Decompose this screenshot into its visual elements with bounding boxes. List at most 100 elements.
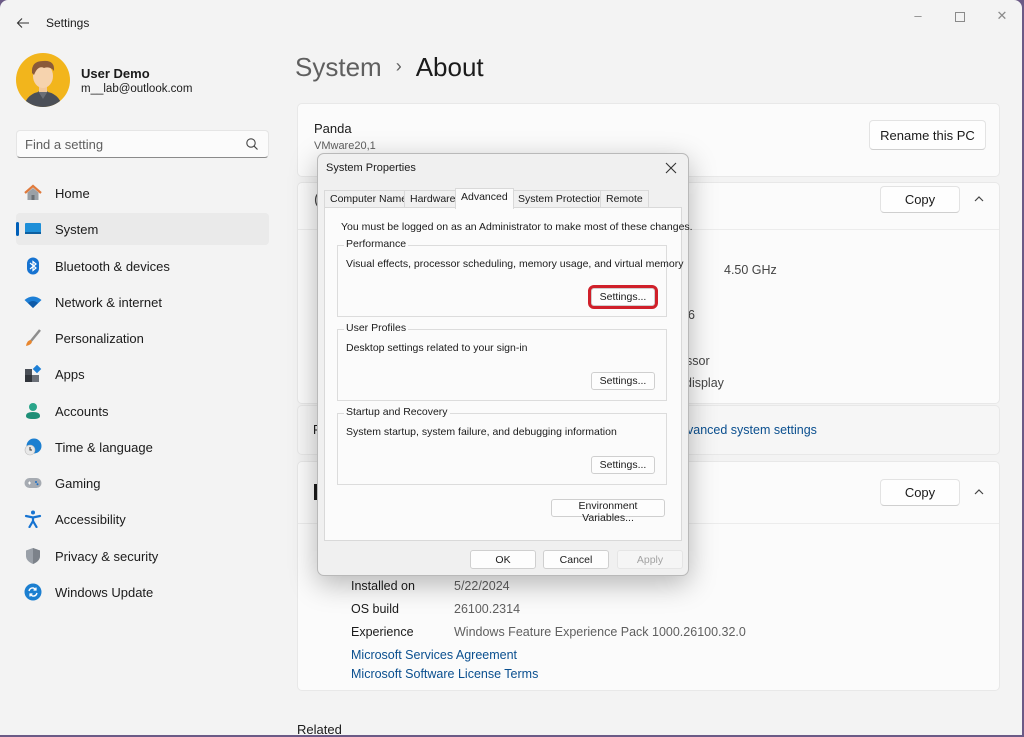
close-window-button[interactable]: ✕ bbox=[981, 4, 1022, 28]
admin-note: You must be logged on as an Administrato… bbox=[341, 221, 693, 233]
advanced-tab-panel: You must be logged on as an Administrato… bbox=[324, 207, 693, 541]
tab-remote[interactable]: Remote bbox=[600, 190, 649, 208]
shield-icon bbox=[26, 547, 40, 564]
group-title: Startup and Recovery bbox=[344, 406, 450, 418]
sidebar-item-network[interactable]: Network & internet bbox=[16, 286, 269, 318]
spec-label: Experience bbox=[351, 625, 414, 639]
sidebar-item-label: Gaming bbox=[55, 476, 101, 491]
sidebar-item-label: Apps bbox=[55, 367, 85, 383]
tab-advanced[interactable]: Advanced bbox=[455, 188, 514, 209]
collapse-device-specs-button[interactable] bbox=[969, 189, 989, 209]
sidebar-item-home[interactable]: Home bbox=[16, 177, 269, 209]
search-input[interactable] bbox=[25, 135, 235, 153]
wifi-icon bbox=[24, 296, 42, 308]
dialog-title: System Properties bbox=[326, 162, 416, 174]
sidebar-item-privacy[interactable]: Privacy & security bbox=[16, 540, 269, 572]
performance-settings-button[interactable]: Settings... bbox=[588, 285, 658, 309]
startup-recovery-settings-button[interactable]: Settings... bbox=[591, 456, 655, 474]
group-description: Visual effects, processor scheduling, me… bbox=[346, 258, 684, 270]
user-avatar-icon bbox=[24, 60, 62, 107]
sidebar-item-personalization[interactable]: Personalization bbox=[16, 322, 269, 354]
apply-button[interactable]: Apply bbox=[617, 550, 683, 569]
tab-computer-name[interactable]: Computer Name bbox=[324, 190, 414, 208]
group-description: Desktop settings related to your sign-in bbox=[346, 342, 528, 354]
brush-icon bbox=[26, 329, 41, 346]
avatar[interactable] bbox=[16, 53, 70, 107]
sidebar-item-apps[interactable]: Apps bbox=[16, 358, 269, 390]
spec-value-fragment: 6 bbox=[688, 308, 695, 322]
dialog-close-button[interactable] bbox=[658, 156, 684, 180]
spec-value: 26100.2314 bbox=[454, 602, 521, 616]
spec-value: 5/22/2024 bbox=[454, 579, 510, 593]
rename-pc-button[interactable]: Rename this PC bbox=[869, 120, 986, 150]
startup-recovery-group: Startup and Recovery System startup, sys… bbox=[337, 406, 667, 485]
tab-system-protection[interactable]: System Protection bbox=[512, 190, 610, 208]
sidebar-item-label: Accounts bbox=[55, 403, 109, 419]
ok-button[interactable]: OK bbox=[470, 550, 536, 569]
pc-name: Panda bbox=[314, 121, 352, 136]
sidebar-item-accessibility[interactable]: Accessibility bbox=[16, 503, 269, 535]
copy-windows-specs-button[interactable]: Copy bbox=[880, 479, 960, 506]
sidebar-item-label: Bluetooth & devices bbox=[55, 258, 170, 274]
home-icon bbox=[24, 184, 42, 200]
maximize-icon bbox=[955, 11, 965, 22]
search-box[interactable] bbox=[16, 130, 269, 158]
sidebar-item-time-language[interactable]: Time & language bbox=[16, 431, 269, 463]
sidebar-nav: Home System Bluetooth & devices Network … bbox=[16, 177, 269, 612]
accounts-icon bbox=[26, 402, 40, 419]
user-name: User Demo bbox=[81, 66, 150, 81]
spec-value-fragment: ssor bbox=[686, 354, 710, 368]
breadcrumb-parent[interactable]: System bbox=[295, 52, 382, 82]
chevron-up-icon bbox=[974, 196, 984, 202]
group-title: User Profiles bbox=[344, 322, 409, 334]
sidebar-item-label: Accessibility bbox=[55, 512, 126, 528]
page-title: About bbox=[415, 52, 484, 82]
breadcrumb-chevron-icon: › bbox=[395, 56, 402, 76]
sidebar-item-label: System bbox=[55, 222, 99, 238]
spec-value-fragment: display bbox=[685, 376, 724, 390]
collapse-windows-specs-button[interactable] bbox=[969, 482, 989, 502]
environment-variables-button[interactable]: Environment Variables... bbox=[551, 499, 665, 524]
bluetooth-icon bbox=[27, 257, 39, 274]
group-title: Performance bbox=[344, 238, 409, 250]
license-terms-link[interactable]: Microsoft Software License Terms bbox=[351, 667, 538, 681]
minimize-button[interactable]: – bbox=[897, 4, 939, 28]
close-icon: ✕ bbox=[996, 8, 1008, 23]
advanced-system-settings-link[interactable]: vanced system settings bbox=[687, 423, 817, 437]
close-icon bbox=[665, 162, 677, 174]
copy-device-specs-button[interactable]: Copy bbox=[880, 186, 960, 213]
pc-model: VMware20,1 bbox=[314, 140, 376, 152]
system-properties-dialog: System Properties Computer Name Hardware… bbox=[317, 153, 693, 576]
sidebar-item-label: Windows Update bbox=[55, 584, 154, 600]
sidebar-item-system[interactable]: System bbox=[16, 213, 269, 246]
minimize-icon: – bbox=[914, 8, 922, 23]
system-icon bbox=[25, 223, 41, 235]
search-icon[interactable] bbox=[244, 136, 260, 152]
sidebar-item-windows-update[interactable]: Windows Update bbox=[16, 576, 269, 608]
tab-hardware[interactable]: Hardware bbox=[404, 190, 462, 208]
performance-group: Performance Visual effects, processor sc… bbox=[337, 238, 684, 317]
back-button[interactable] bbox=[12, 12, 34, 34]
sidebar-item-accounts[interactable]: Accounts bbox=[16, 395, 269, 427]
chevron-up-icon bbox=[974, 489, 984, 495]
spec-label: Installed on bbox=[351, 579, 415, 593]
breadcrumb: System › About bbox=[295, 52, 484, 83]
sidebar-item-label: Time & language bbox=[55, 439, 153, 455]
back-arrow-icon bbox=[16, 18, 29, 28]
sidebar-item-bluetooth[interactable]: Bluetooth & devices bbox=[16, 250, 269, 282]
title-bar: Settings – ✕ bbox=[0, 0, 1022, 44]
spec-value: Windows Feature Experience Pack 1000.261… bbox=[454, 625, 746, 639]
apps-icon bbox=[25, 365, 42, 383]
sidebar-item-label: Privacy & security bbox=[55, 548, 159, 564]
maximize-button[interactable] bbox=[939, 4, 981, 28]
sidebar-item-label: Home bbox=[55, 186, 90, 201]
related-heading: Related bbox=[297, 722, 342, 735]
selection-indicator bbox=[16, 222, 19, 237]
user-profiles-settings-button[interactable]: Settings... bbox=[591, 372, 655, 390]
user-email: m__lab@outlook.com bbox=[81, 83, 193, 95]
time-language-icon bbox=[24, 438, 42, 456]
cancel-button[interactable]: Cancel bbox=[543, 550, 609, 569]
spec-label: OS build bbox=[351, 602, 399, 616]
services-agreement-link[interactable]: Microsoft Services Agreement bbox=[351, 648, 517, 662]
sidebar-item-gaming[interactable]: Gaming bbox=[16, 467, 269, 499]
